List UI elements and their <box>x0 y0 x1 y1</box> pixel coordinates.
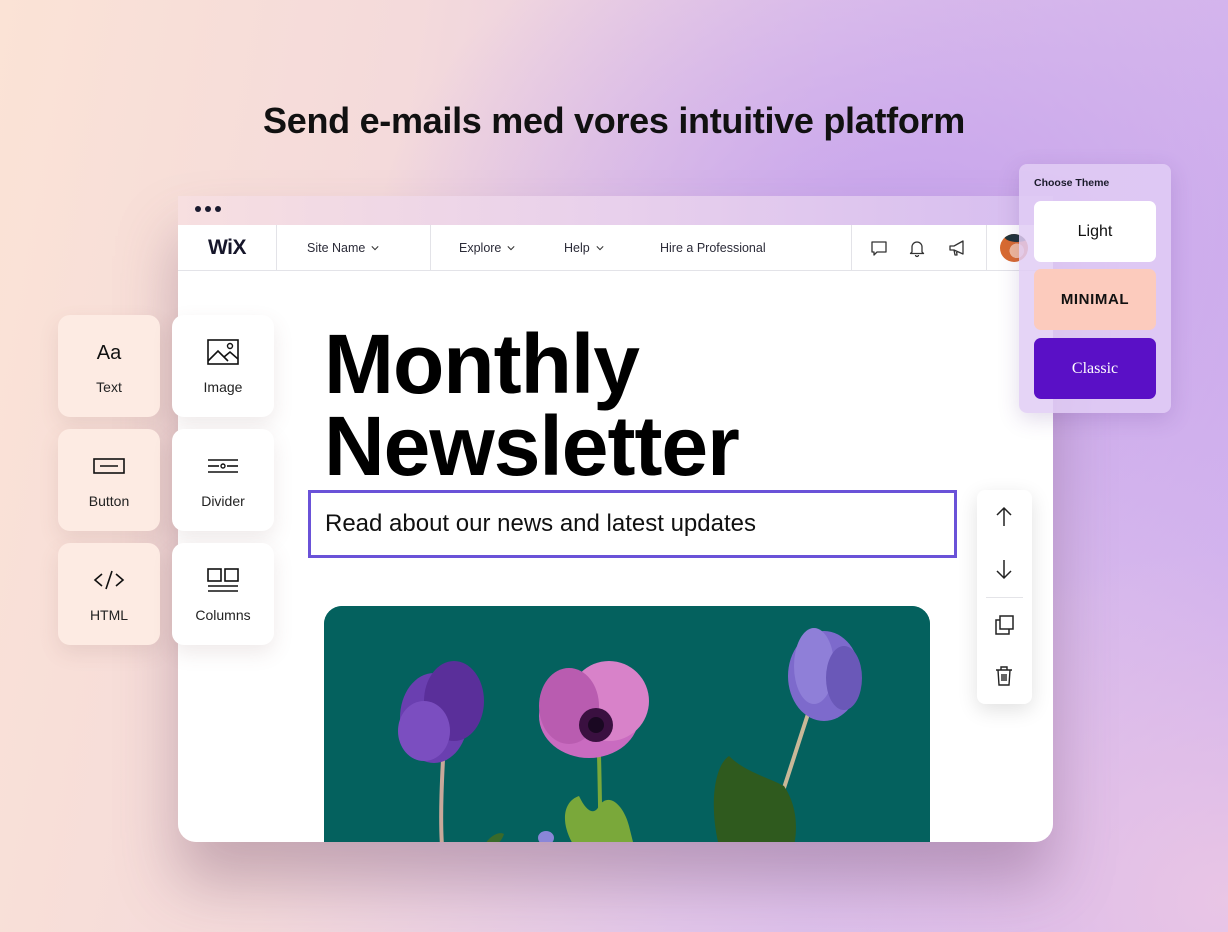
explore-label: Explore <box>459 240 502 255</box>
move-up-icon[interactable] <box>992 505 1016 529</box>
hire-label: Hire a Professional <box>660 240 766 255</box>
svg-text:Aa: Aa <box>97 342 122 364</box>
block-html[interactable]: HTML <box>58 543 160 645</box>
megaphone-icon[interactable] <box>947 238 967 258</box>
theme-option-light[interactable]: Light <box>1034 201 1156 262</box>
theme-panel-title: Choose Theme <box>1034 177 1110 189</box>
bell-icon[interactable] <box>907 238 927 258</box>
element-toolbar <box>977 490 1032 704</box>
block-label: Divider <box>201 493 245 509</box>
divider-icon <box>208 459 238 473</box>
theme-option-classic[interactable]: Classic <box>1034 338 1156 399</box>
toolbar-divider <box>986 597 1023 598</box>
move-down-icon[interactable] <box>992 557 1016 581</box>
chat-icon[interactable] <box>869 238 889 258</box>
block-label: Columns <box>195 607 251 623</box>
nav-divider <box>851 225 852 271</box>
delete-icon[interactable] <box>992 664 1016 688</box>
help-menu[interactable]: Help <box>564 241 604 255</box>
title-line-1: Monthly <box>324 317 640 411</box>
nav-divider <box>986 225 987 271</box>
nav-divider <box>430 225 431 271</box>
window-titlebar <box>178 196 1053 225</box>
block-label: Image <box>203 379 243 395</box>
theme-option-minimal[interactable]: MINIMAL <box>1034 269 1156 330</box>
title-line-2: Newsletter <box>324 399 740 493</box>
page-headline: Send e-mails med vores intuitive platfor… <box>263 100 965 141</box>
block-button[interactable]: Button <box>58 429 160 531</box>
flower-image[interactable] <box>324 606 930 842</box>
block-text[interactable]: Aa Text <box>58 315 160 417</box>
block-label: HTML <box>89 607 129 623</box>
help-label: Help <box>564 240 590 255</box>
chevron-down-icon <box>371 245 379 250</box>
hire-professional-link[interactable]: Hire a Professional <box>660 241 766 255</box>
anemone-flowers-illustration <box>324 606 930 842</box>
button-icon <box>93 458 125 474</box>
duplicate-icon[interactable] <box>992 613 1016 637</box>
block-label: Text <box>96 379 122 395</box>
choose-theme-panel: Choose Theme Light MINIMAL Classic <box>1019 164 1171 413</box>
explore-menu[interactable]: Explore <box>459 241 515 255</box>
block-label: Button <box>88 493 130 509</box>
subtitle-text-block[interactable]: Read about our news and latest updates <box>308 490 957 558</box>
chevron-down-icon <box>507 245 515 250</box>
newsletter-title[interactable]: Monthly Newsletter <box>324 317 740 493</box>
columns-icon <box>207 568 239 592</box>
chevron-down-icon <box>596 245 604 250</box>
editor-window: WiX Site Name Explore Help Hire a Profes… <box>178 196 1053 842</box>
newsletter-canvas: Monthly Newsletter Read about our news a… <box>178 271 1053 842</box>
block-image[interactable]: Image <box>172 315 274 417</box>
wix-logo[interactable]: WiX <box>178 224 277 271</box>
more-dots-icon[interactable] <box>195 206 221 212</box>
text-aa-icon: Aa <box>97 342 122 364</box>
block-divider[interactable]: Divider <box>172 429 274 531</box>
image-icon <box>207 339 239 365</box>
top-navbar: WiX Site Name Explore Help Hire a Profes… <box>178 224 1053 271</box>
site-name-label: Site Name <box>307 240 366 255</box>
code-icon <box>93 570 125 590</box>
block-columns[interactable]: Columns <box>172 543 274 645</box>
site-name-dropdown[interactable]: Site Name <box>307 241 379 255</box>
